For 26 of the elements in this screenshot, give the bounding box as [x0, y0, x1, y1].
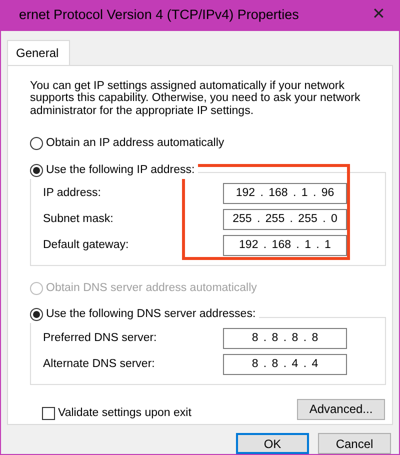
window-title: ernet Protocol Version 4 (TCP/IPv4) Properties	[19, 6, 299, 24]
radio-button[interactable]	[30, 164, 43, 177]
advanced-button[interactable]: Advanced...	[297, 398, 385, 420]
close-button[interactable]: ✕	[366, 3, 391, 28]
radio-label: Use the following IP address:	[46, 162, 195, 178]
field-label: Alternate DNS server:	[43, 356, 155, 372]
ip-address-field[interactable]: 255 . 255 . 255 . 0	[223, 209, 347, 230]
field-label: Preferred DNS server:	[43, 330, 157, 346]
field-label: Default gateway:	[43, 238, 129, 254]
radio-label: Use the following DNS server addresses:	[46, 307, 256, 322]
tab[interactable]: General	[7, 40, 70, 66]
radio-button[interactable]	[30, 308, 43, 322]
radio-label: Obtain an IP address automatically	[46, 136, 224, 152]
cancel-button[interactable]: Cancel	[318, 433, 391, 454]
radio-label: Obtain DNS server address automatically	[46, 280, 257, 296]
field-label: IP address:	[43, 186, 101, 202]
ip-address-field[interactable]: 192 . 168 . 1 . 96	[223, 183, 347, 204]
field-label: Subnet mask:	[43, 212, 114, 228]
radio-button[interactable]	[30, 137, 43, 150]
ip-address-field[interactable]: 192 . 168 . 1 . 1	[223, 235, 347, 256]
ip-address-field[interactable]: 8 . 8 . 8 . 8	[223, 328, 347, 350]
checkbox-label: Validate settings upon exit	[58, 406, 192, 421]
description-text: You can get IP settings assigned automatically if your network supports this capability. Otherwise, you need to ask your network administrator for the appropriate IP settings.	[30, 80, 362, 118]
checkbox[interactable]	[42, 406, 55, 420]
ok-button[interactable]: OK	[236, 433, 309, 454]
ip-address-field[interactable]: 8 . 8 . 4 . 4	[223, 354, 347, 376]
